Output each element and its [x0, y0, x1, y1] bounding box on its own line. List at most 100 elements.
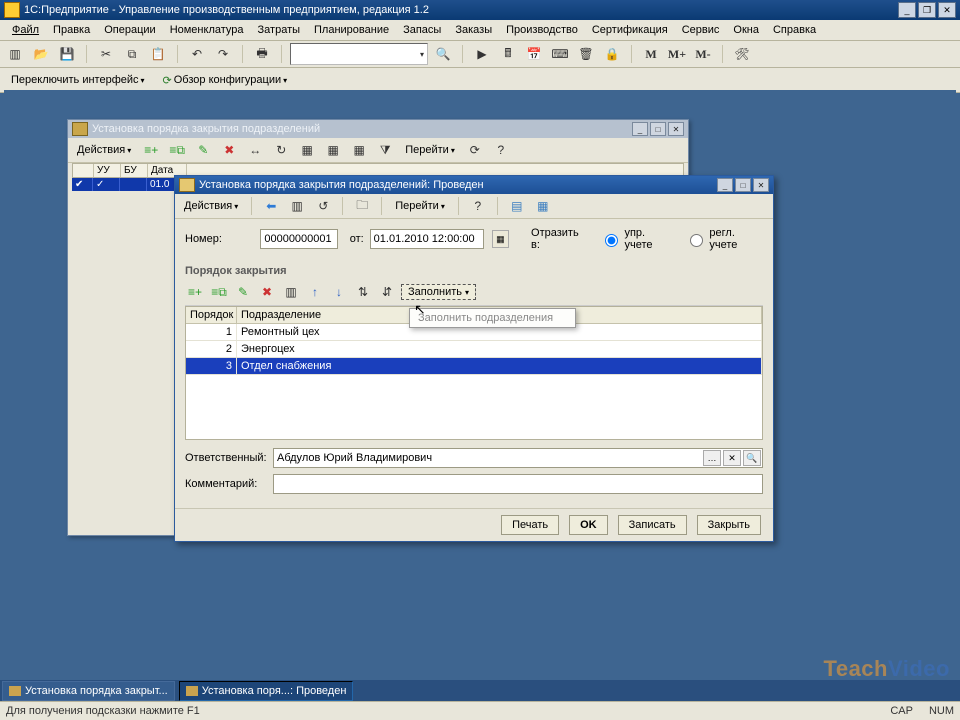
clear-icon[interactable]: ✕ — [723, 450, 741, 466]
menu-item-fill-depts[interactable]: Заполнить подразделения — [410, 309, 575, 327]
responsible-input[interactable]: Абдулов Юрий Владимирович … ✕ 🔍 — [273, 448, 763, 468]
modal-help-icon[interactable]: ? — [467, 195, 489, 217]
task-modal-window[interactable]: Установка поря...: Проведен — [179, 681, 354, 701]
lock-icon[interactable]: 🔒 — [601, 43, 623, 65]
menu-stocks[interactable]: Запасы — [397, 22, 447, 38]
close-button[interactable]: ✕ — [938, 2, 956, 18]
row-end-icon[interactable]: ▥ — [281, 282, 301, 302]
post-icon[interactable]: ⬅ — [260, 195, 282, 217]
add-copy-icon[interactable]: ≡⧉ — [166, 139, 188, 161]
calendar-icon[interactable]: 📅 — [523, 43, 545, 65]
table-row[interactable]: 2 Энергоцех — [186, 341, 762, 358]
print-icon[interactable]: 🖶 — [251, 43, 273, 65]
m-plus-button[interactable]: M+ — [666, 43, 688, 65]
keyboard-icon[interactable]: ⌨ — [549, 43, 571, 65]
modal-titlebar[interactable]: Установка порядка закрытия подразделений… — [175, 176, 773, 194]
config-overview-button[interactable]: ⟳Обзор конфигурации▾ — [158, 71, 293, 90]
menu-edit[interactable]: Правка — [47, 22, 96, 38]
save-icon[interactable]: 💾 — [56, 43, 78, 65]
settings1-icon[interactable]: ▤ — [506, 195, 528, 217]
redo-icon[interactable]: ↷ — [212, 43, 234, 65]
undo-icon[interactable]: ↶ — [186, 43, 208, 65]
move-icon[interactable]: ↔ — [244, 139, 266, 161]
delete-icon[interactable]: ✖ — [218, 139, 240, 161]
number-input[interactable]: 00000000001 — [260, 229, 337, 249]
row-delete-icon[interactable]: ✖ — [257, 282, 277, 302]
new-icon[interactable]: ▥ — [4, 43, 26, 65]
filter2-icon[interactable]: ▦ — [322, 139, 344, 161]
menu-nomenclature[interactable]: Номенклатура — [164, 22, 250, 38]
row-sort-desc-icon[interactable]: ⇵ — [377, 282, 397, 302]
bg-max-button[interactable]: □ — [650, 122, 666, 136]
save-button[interactable]: Записать — [618, 515, 687, 535]
bg-window-titlebar[interactable]: Установка порядка закрытия подразделений… — [68, 120, 688, 138]
filter3-icon[interactable]: ▦ — [348, 139, 370, 161]
print-button[interactable]: Печать — [501, 515, 559, 535]
date-picker-icon[interactable]: ▦ — [492, 230, 509, 248]
fill-button[interactable]: Заполнить▾ — [401, 284, 476, 300]
task-bg-window[interactable]: Установка порядка закрыт... — [2, 681, 175, 701]
menu-help[interactable]: Справка — [767, 22, 822, 38]
bg-min-button[interactable]: _ — [632, 122, 648, 136]
menu-certification[interactable]: Сертификация — [586, 22, 674, 38]
table-row[interactable]: 3 Отдел снабжения — [186, 358, 762, 375]
add-icon[interactable]: ≡+ — [140, 139, 162, 161]
help-icon[interactable]: ? — [490, 139, 512, 161]
menu-orders[interactable]: Заказы — [449, 22, 498, 38]
menu-production[interactable]: Производство — [500, 22, 584, 38]
radio-mgmt[interactable]: упр. учете — [600, 227, 673, 251]
refresh2-icon[interactable]: ⟳ — [464, 139, 486, 161]
ok-button[interactable]: OK — [569, 515, 608, 535]
m-minus-button[interactable]: M- — [692, 43, 714, 65]
calc-icon[interactable]: 🖩 — [497, 43, 519, 65]
row-edit-icon[interactable]: ✎ — [233, 282, 253, 302]
minimize-button[interactable]: _ — [898, 2, 916, 18]
close-button[interactable]: Закрыть — [697, 515, 761, 535]
menu-service[interactable]: Сервис — [676, 22, 726, 38]
paste-icon[interactable]: 📋 — [147, 43, 169, 65]
unpost-icon[interactable]: ↺ — [312, 195, 334, 217]
funnel-icon[interactable]: ⧩ — [374, 139, 396, 161]
col-order[interactable]: Порядок — [186, 307, 237, 323]
modal-min-button[interactable]: _ — [717, 178, 733, 192]
settings2-icon[interactable]: ▦ — [532, 195, 554, 217]
edit-icon[interactable]: ✎ — [192, 139, 214, 161]
menu-file[interactable]: Файл — [6, 22, 45, 38]
restore-button[interactable]: ❐ — [918, 2, 936, 18]
row-add-icon[interactable]: ≡+ — [185, 282, 205, 302]
tools-icon[interactable]: 🛠 — [731, 43, 753, 65]
m-button[interactable]: M — [640, 43, 662, 65]
structure-icon[interactable]: 🗀 — [351, 195, 373, 217]
menu-windows[interactable]: Окна — [727, 22, 765, 38]
comment-input[interactable] — [273, 474, 763, 494]
run-icon[interactable]: ▶ — [471, 43, 493, 65]
radio-reg[interactable]: регл. учете — [685, 227, 763, 251]
search-icon[interactable]: 🔍 — [432, 43, 454, 65]
filter1-icon[interactable]: ▦ — [296, 139, 318, 161]
refresh-icon[interactable]: ↻ — [270, 139, 292, 161]
bg-actions-button[interactable]: Действия▾ — [72, 141, 136, 159]
modal-max-button[interactable]: □ — [735, 178, 751, 192]
menu-operations[interactable]: Операции — [98, 22, 161, 38]
select-icon[interactable]: … — [703, 450, 721, 466]
menu-costs[interactable]: Затраты — [252, 22, 307, 38]
row-down-icon[interactable]: ↓ — [329, 282, 349, 302]
copy-icon[interactable]: ⧉ — [121, 43, 143, 65]
row-sort-asc-icon[interactable]: ⇅ — [353, 282, 373, 302]
row-up-icon[interactable]: ↑ — [305, 282, 325, 302]
modal-close-button[interactable]: ✕ — [753, 178, 769, 192]
trash-icon[interactable]: 🗑 — [575, 43, 597, 65]
modal-actions-button[interactable]: Действия▾ — [179, 197, 243, 215]
menu-planning[interactable]: Планирование — [308, 22, 395, 38]
switch-interface-button[interactable]: Переключить интерфейс▾ — [6, 71, 150, 89]
bg-close-button[interactable]: ✕ — [668, 122, 684, 136]
combo-1[interactable]: ▾ — [290, 43, 428, 65]
modal-goto-button[interactable]: Перейти▾ — [390, 197, 450, 215]
open-ref-icon[interactable]: 🔍 — [743, 450, 761, 466]
row-copy-icon[interactable]: ≡⧉ — [209, 282, 229, 302]
cut-icon[interactable]: ✂ — [95, 43, 117, 65]
repost-icon[interactable]: ▥ — [286, 195, 308, 217]
date-input[interactable]: 01.01.2010 12:00:00 — [370, 229, 484, 249]
open-icon[interactable]: 📂 — [30, 43, 52, 65]
bg-goto-button[interactable]: Перейти▾ — [400, 141, 460, 159]
